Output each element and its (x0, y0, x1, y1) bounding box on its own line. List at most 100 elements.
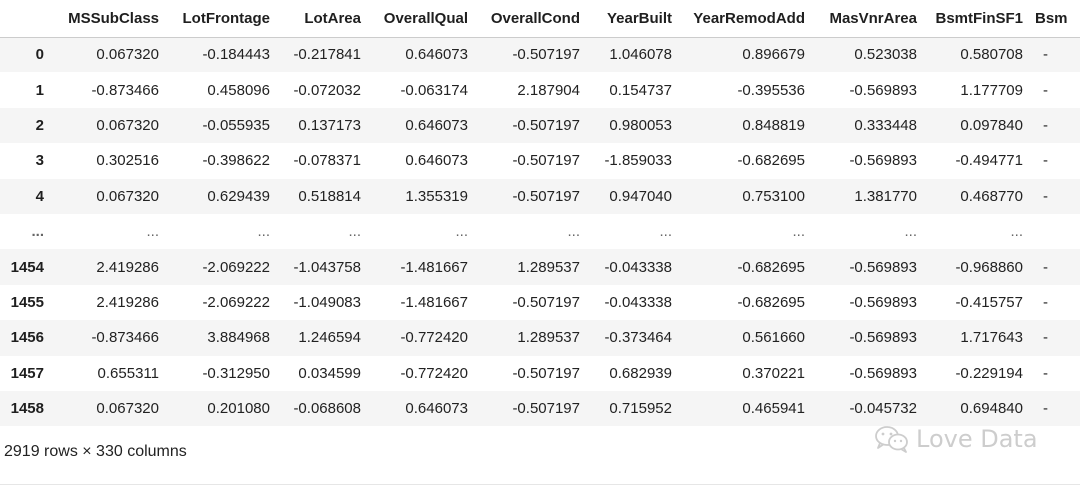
table-row: 1 -0.873466 0.458096 -0.072032 -0.063174 2.18… (0, 72, 1080, 108)
table-cell: -1.481667 (400, 293, 468, 311)
row-index: 1 (35, 81, 44, 99)
table-cell: 0.067320 (96, 187, 159, 205)
table-cell: -0.682695 (737, 152, 805, 170)
table-cell: 0.715952 (609, 400, 672, 418)
table-cell: 1.289537 (517, 258, 580, 276)
table-cell: 0.682939 (609, 364, 672, 382)
table-cell: 0.561660 (742, 329, 805, 347)
table-cell: 1.381770 (854, 187, 917, 205)
table-cell: 0.646073 (405, 152, 468, 170)
table-cell: 0.097840 (960, 116, 1023, 134)
table-cell: - (1043, 46, 1048, 64)
table-cell: 0.646073 (405, 46, 468, 64)
table-header: MSSubClass LotFrontage LotArea OverallQu… (0, 0, 1080, 38)
table-cell: - (1043, 364, 1048, 382)
table-cell: 0.154737 (609, 81, 672, 99)
table-cell: -0.507197 (512, 116, 580, 134)
output-divider (0, 484, 1080, 485)
table-cell: 1.246594 (298, 329, 361, 347)
table-cell: -1.043758 (293, 258, 361, 276)
table-cell: - (1043, 293, 1048, 311)
table-cell: -0.045732 (849, 400, 917, 418)
table-cell: -0.055935 (202, 116, 270, 134)
table-cell: -1.481667 (400, 258, 468, 276)
row-index: 1456 (10, 329, 44, 347)
table-cell: -0.569893 (849, 329, 917, 347)
table-row: 0 0.067320 -0.184443 -0.217841 0.646073 -0.50… (0, 37, 1080, 73)
table-cell: ... (1010, 223, 1023, 241)
table-cell: -0.373464 (604, 329, 672, 347)
table-cell: -0.507197 (512, 364, 580, 382)
table-cell: 2.419286 (96, 293, 159, 311)
table-cell: 0.646073 (405, 400, 468, 418)
column-header: LotArea (276, 0, 367, 38)
table-cell: -0.772420 (400, 329, 468, 347)
column-header: MSSubClass (56, 0, 165, 38)
table-cell: -0.682695 (737, 293, 805, 311)
table-cell: -2.069222 (202, 258, 270, 276)
table-cell: 0.458096 (207, 81, 270, 99)
table-cell: -0.312950 (202, 364, 270, 382)
dataframe-output: MSSubClass LotFrontage LotArea OverallQu… (0, 0, 1080, 440)
table-cell: 0.067320 (96, 400, 159, 418)
table-cell: 0.201080 (207, 400, 270, 418)
table-cell: -0.217841 (293, 46, 361, 64)
table-row: 4 0.067320 0.629439 0.518814 1.355319 -0.5071… (0, 178, 1080, 214)
table-cell: -0.569893 (849, 293, 917, 311)
table-cell: -0.873466 (91, 329, 159, 347)
table-cell: -0.772420 (400, 364, 468, 382)
table-cell: 0.067320 (96, 46, 159, 64)
table-cell: 0.067320 (96, 116, 159, 134)
column-header: YearBuilt (586, 0, 678, 38)
table-cell: - (1043, 329, 1048, 347)
table-cell: 1.355319 (405, 187, 468, 205)
column-header: MasVnrArea (811, 0, 923, 38)
row-index: 1458 (10, 400, 44, 418)
table-cell: -0.229194 (955, 364, 1023, 382)
table-cell: ... (348, 223, 361, 241)
table-cell: -0.507197 (512, 187, 580, 205)
table-cell: 0.302516 (96, 152, 159, 170)
table-cell: -0.569893 (849, 81, 917, 99)
row-index: 1455 (10, 293, 44, 311)
table-cell: 0.655311 (97, 364, 159, 382)
table-cell: 1.289537 (517, 329, 580, 347)
table-cell: 0.753100 (742, 187, 805, 205)
table-row: 1455 2.419286 -2.069222 -1.049083 -1.481667 -… (0, 284, 1080, 321)
table-cell: 0.694840 (960, 400, 1023, 418)
table-cell: -0.507197 (512, 400, 580, 418)
table-cell: - (1043, 187, 1048, 205)
watermark: Love Data (874, 424, 1038, 454)
table-cell: - (1043, 116, 1048, 134)
table-row: 1458 0.067320 0.201080 -0.068608 0.646073 -0.… (0, 390, 1080, 427)
table-cell: -0.415757 (955, 293, 1023, 311)
column-header: Bsm (1029, 0, 1080, 38)
table-cell: ... (659, 223, 672, 241)
table-cell: -0.507197 (512, 293, 580, 311)
table-cell: ... (257, 223, 270, 241)
table-cell: 0.523038 (854, 46, 917, 64)
table-cell: -0.569893 (849, 364, 917, 382)
table-cell: 1.177709 (960, 81, 1023, 99)
table-cell: - (1043, 152, 1048, 170)
table-cell (1029, 214, 1080, 249)
table-cell: 0.848819 (742, 116, 805, 134)
table-cell: 0.896679 (742, 46, 805, 64)
table-cell: -1.859033 (604, 152, 672, 170)
table-cell: -2.069222 (202, 293, 270, 311)
table-cell: ... (146, 223, 159, 241)
table-row: 3 0.302516 -0.398622 -0.078371 0.646073 -0.50… (0, 143, 1080, 179)
wechat-icon (874, 424, 910, 454)
table-cell: -0.682695 (737, 258, 805, 276)
table-cell: 2.419286 (96, 258, 159, 276)
table-cell: 0.580708 (960, 46, 1023, 64)
table-cell: -0.968860 (955, 258, 1023, 276)
table-row: 1454 2.419286 -2.069222 -1.043758 -1.481667 1… (0, 249, 1080, 285)
table-cell: ... (792, 223, 805, 241)
table-cell: -0.043338 (604, 258, 672, 276)
table-cell: 2.187904 (517, 81, 580, 99)
table-cell: - (1043, 81, 1048, 99)
table-cell: 0.468770 (960, 187, 1023, 205)
table-cell: 0.518814 (298, 187, 361, 205)
table-cell: 0.465941 (742, 400, 805, 418)
